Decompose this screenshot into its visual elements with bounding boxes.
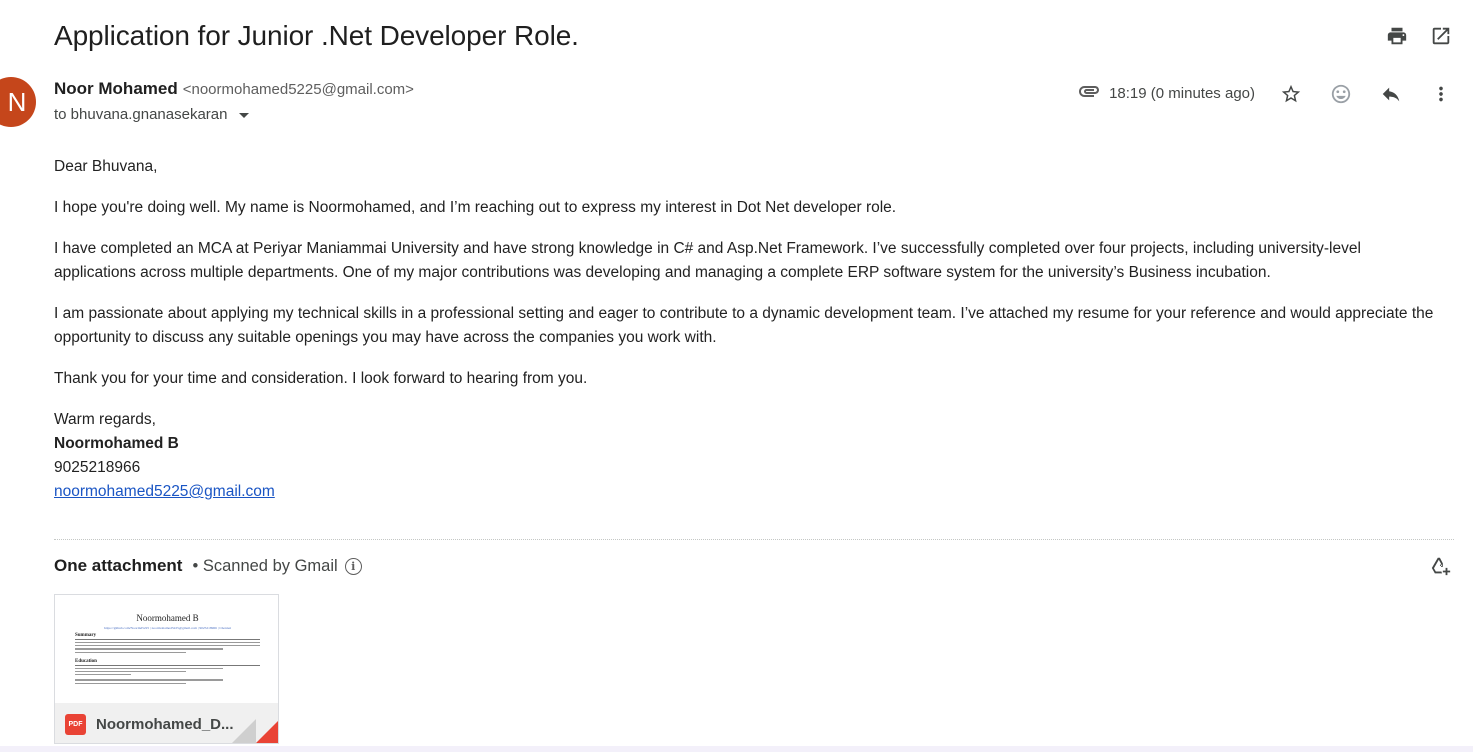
message-timestamp: 18:19 (0 minutes ago) (1109, 85, 1255, 102)
preview-links: https://github.com/Noormd5225 | noormoha… (103, 626, 232, 630)
preview-heading: Education (75, 659, 260, 666)
preview-line (75, 642, 260, 644)
attachment-filename: Noormohamed_D... (96, 715, 234, 733)
body-paragraph: I have completed an MCA at Periyar Mania… (54, 240, 1361, 281)
star-button[interactable] (1279, 82, 1303, 106)
sender-name[interactable]: Noor Mohamed (54, 79, 178, 99)
add-to-drive-icon (1431, 557, 1451, 576)
recipient-label: to bhuvana.gnanasekaran (54, 106, 228, 123)
signature-name: Noormohamed B (54, 435, 179, 452)
bottom-bar (0, 746, 1473, 752)
pdf-corner (256, 721, 278, 743)
sender-row: Noor Mohamed <noormohamed5225@gmail.com> (54, 79, 414, 99)
body-paragraph: Thank you for your time and consideratio… (54, 370, 588, 387)
more-vert-icon (1439, 86, 1443, 101)
preview-line (75, 667, 223, 669)
chevron-down-icon[interactable] (239, 113, 250, 118)
signature-phone: 9025218966 (54, 459, 141, 476)
print-button[interactable] (1385, 24, 1409, 48)
top-actions (1385, 24, 1453, 48)
reply-icon (1382, 87, 1400, 101)
attachment-count: One attachment (54, 556, 183, 575)
recipient-row[interactable]: to bhuvana.gnanasekaran (54, 106, 250, 123)
pdf-icon: PDF (65, 713, 86, 735)
attachment-divider (54, 539, 1454, 540)
signature-email-link[interactable]: noormohamed5225@gmail.com (54, 483, 275, 500)
paperclip-icon (1077, 79, 1101, 108)
preview-line (75, 645, 260, 647)
reply-button[interactable] (1379, 82, 1403, 106)
greeting: Dear Bhuvana, (54, 158, 158, 175)
preview-line (75, 648, 223, 650)
sender-email: <noormohamed5225@gmail.com> (182, 81, 414, 98)
preview-title: Noormohamed B (136, 613, 199, 623)
email-body: Dear Bhuvana, I hope you're doing well. … (54, 155, 1444, 504)
scanned-label: • Scanned by Gmail (192, 556, 338, 575)
printer-icon (1387, 27, 1407, 45)
body-paragraph: I am passionate about applying my techni… (54, 305, 1434, 346)
attachment-card[interactable]: Noormohamed B https://github.com/Noormd5… (54, 594, 279, 744)
more-options-button[interactable] (1429, 82, 1453, 106)
sender-avatar[interactable]: N (0, 77, 36, 127)
preview-heading: Summary (75, 633, 260, 640)
preview-line (75, 651, 186, 653)
message-meta: 18:19 (0 minutes ago) (1077, 79, 1453, 108)
emoji-reaction-button[interactable] (1329, 82, 1353, 106)
info-icon[interactable]: i (344, 557, 362, 575)
preview-line (75, 682, 186, 684)
add-all-to-drive-button[interactable] (1429, 554, 1453, 578)
preview-line (75, 670, 186, 673)
signature: Warm regards, Noormohamed B 9025218966 n… (54, 408, 1444, 504)
body-paragraph: I hope you're doing well. My name is Noo… (54, 199, 897, 216)
attachment-header: One attachment • Scanned by Gmail i (54, 556, 362, 576)
preview-line (75, 679, 223, 681)
star-icon (1281, 84, 1301, 102)
closing: Warm regards, (54, 411, 156, 428)
open-in-new-window-button[interactable] (1429, 24, 1453, 48)
preview-line (75, 674, 131, 676)
open-in-new-window-icon (1432, 27, 1450, 45)
emoji-icon (1331, 84, 1351, 103)
attachment-preview: Noormohamed B https://github.com/Noormd5… (55, 595, 278, 703)
page-fold (232, 719, 256, 743)
email-subject: Application for Junior .Net Developer Ro… (54, 20, 579, 51)
